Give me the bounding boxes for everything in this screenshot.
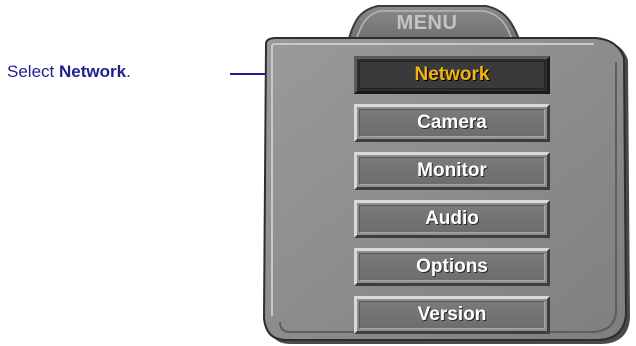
instruction-prefix: Select — [7, 62, 59, 81]
menu-item-network[interactable]: Network — [354, 56, 550, 94]
menu-item-label: Camera — [417, 112, 487, 133]
menu-item-label: Version — [417, 304, 487, 325]
instruction-target: Network — [58, 62, 127, 81]
instruction-suffix: . — [126, 62, 131, 81]
menu-item-label: Monitor — [417, 160, 487, 181]
menu-list: Network Camera Monitor Audio Options Ver… — [354, 56, 550, 334]
menu-item-label: Network — [414, 64, 490, 85]
instruction-caption: Select Network. — [7, 62, 131, 82]
menu-item-label: Audio — [425, 208, 479, 229]
menu-item-version[interactable]: Version — [354, 296, 550, 334]
menu-item-options[interactable]: Options — [354, 248, 550, 286]
menu-item-camera[interactable]: Camera — [354, 104, 550, 142]
menu-item-audio[interactable]: Audio — [354, 200, 550, 238]
menu-item-monitor[interactable]: Monitor — [354, 152, 550, 190]
menu-item-label: Options — [416, 256, 488, 277]
screenshot-stage: Select Network. MENU Network Camera Moni… — [0, 0, 636, 346]
menu-title: MENU — [396, 12, 458, 34]
